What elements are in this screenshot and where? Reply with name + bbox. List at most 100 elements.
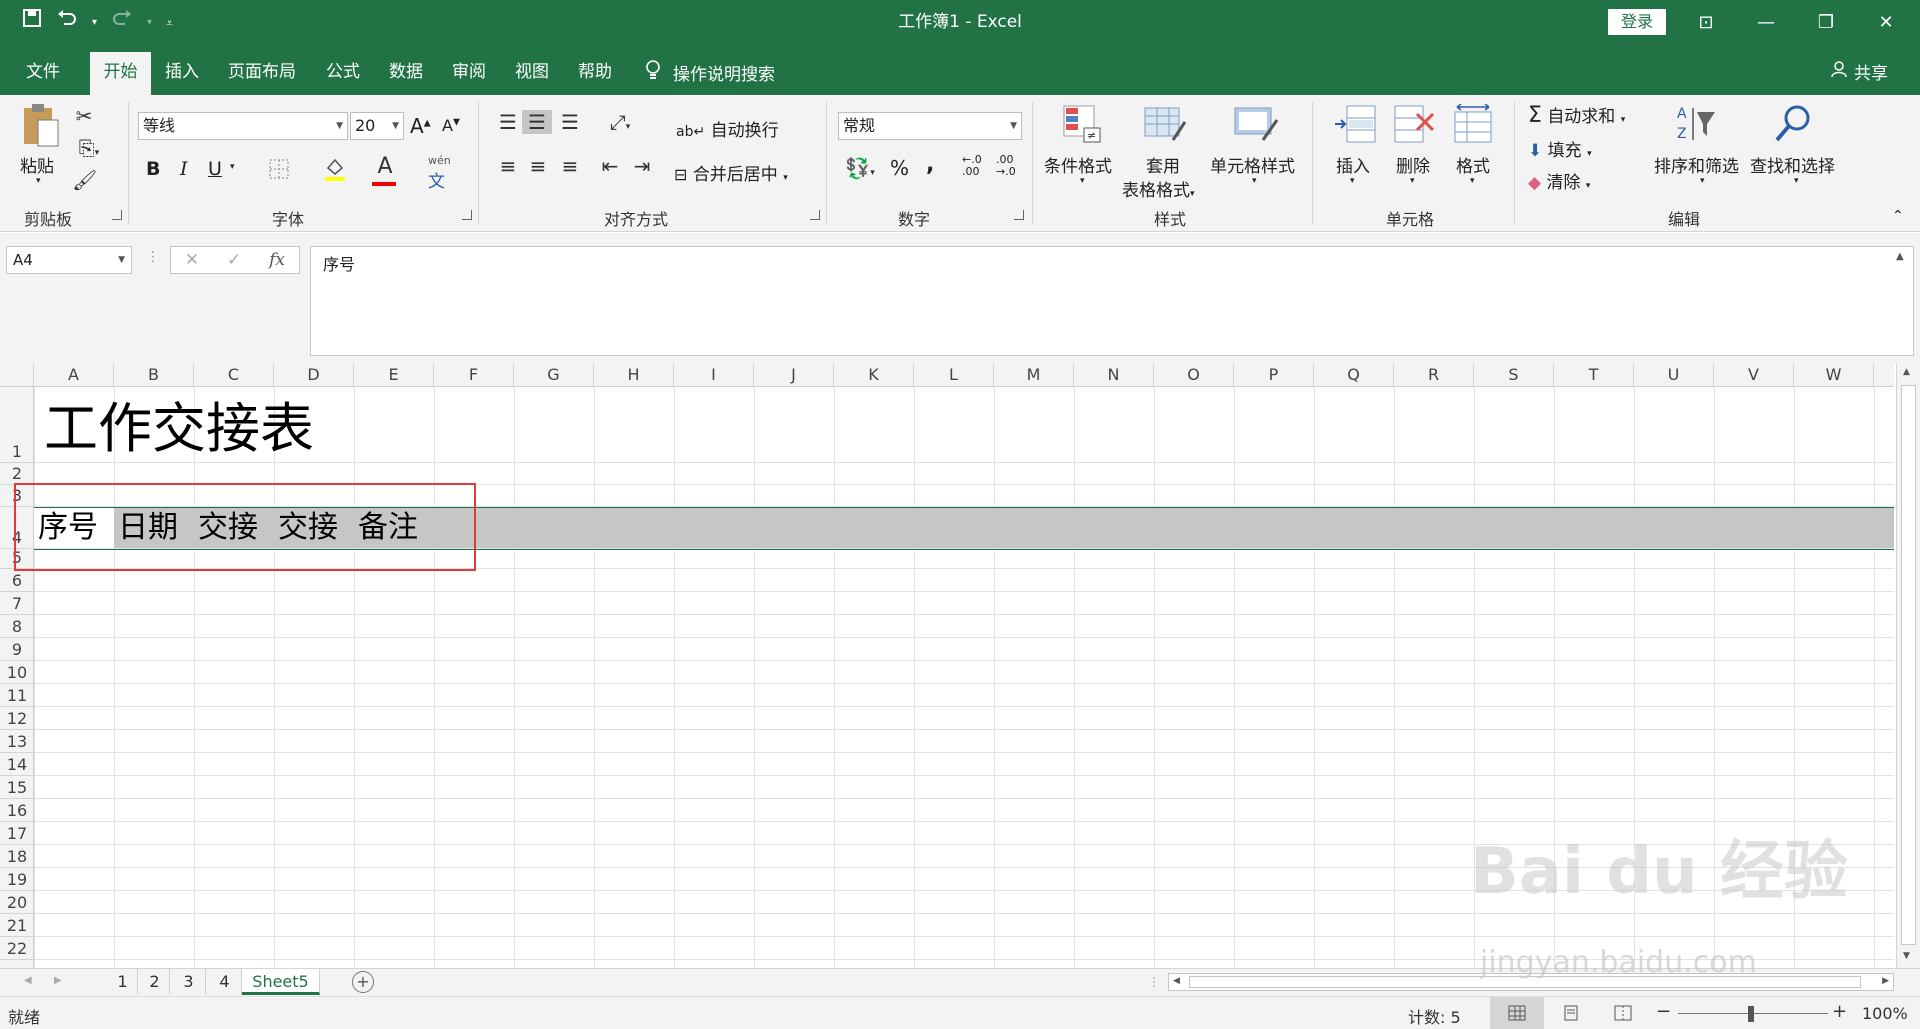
column-header-i[interactable]: I: [674, 363, 754, 387]
merge-center-button[interactable]: ⊟ 合并后居中 ▾: [674, 160, 788, 185]
column-header-o[interactable]: O: [1154, 363, 1234, 387]
column-header-k[interactable]: K: [834, 363, 914, 387]
scroll-tabs-right-icon[interactable]: ▶: [54, 975, 62, 986]
bold-button[interactable]: B: [146, 158, 160, 180]
decrease-indent-icon[interactable]: ⇤: [596, 154, 624, 178]
column-header-l[interactable]: L: [914, 363, 994, 387]
name-box[interactable]: A4 ▼: [6, 246, 132, 274]
increase-decimal-button[interactable]: ←.0 .00: [962, 154, 982, 178]
conditional-formatting-button[interactable]: 条件格式: [1044, 152, 1112, 177]
tab-review[interactable]: 审阅: [452, 59, 486, 85]
borders-icon[interactable]: [262, 158, 296, 185]
column-header-p[interactable]: P: [1234, 363, 1314, 387]
formula-input[interactable]: 序号: [310, 246, 1914, 356]
find-select-button[interactable]: 查找和选择: [1750, 152, 1835, 177]
cell-styles-icon[interactable]: [1232, 104, 1280, 149]
cut-icon[interactable]: ✂: [72, 104, 96, 128]
sort-filter-button[interactable]: 排序和筛选: [1654, 152, 1739, 177]
percent-style-button[interactable]: %: [890, 156, 909, 180]
row-header-22[interactable]: 22: [0, 937, 34, 960]
cell-a1-title[interactable]: 工作交接表: [44, 397, 314, 461]
align-middle-icon[interactable]: ☰: [522, 110, 552, 134]
increase-indent-icon[interactable]: ⇥: [628, 154, 656, 178]
sheet-tab-4[interactable]: 4: [208, 969, 242, 995]
format-as-table-button[interactable]: 表格格式▾: [1122, 176, 1195, 201]
paste-icon[interactable]: [18, 102, 62, 153]
paste-label[interactable]: 粘贴: [20, 152, 54, 177]
sort-filter-icon[interactable]: AZ: [1674, 102, 1720, 151]
column-header-j[interactable]: J: [754, 363, 834, 387]
cancel-entry-icon[interactable]: ✕: [185, 250, 199, 270]
collapse-ribbon-icon[interactable]: ⌃: [1892, 208, 1904, 224]
align-bottom-icon[interactable]: ☰: [556, 110, 584, 134]
sheet-tab-3[interactable]: 3: [172, 969, 206, 995]
row-header-11[interactable]: 11: [0, 684, 34, 707]
font-launcher-icon[interactable]: [462, 210, 472, 220]
format-cells-icon[interactable]: [1450, 103, 1496, 149]
increase-font-size-button[interactable]: A▲: [410, 114, 431, 138]
decrease-font-size-button[interactable]: A▼: [442, 116, 460, 135]
scroll-tabs-left-icon[interactable]: ◀: [24, 975, 32, 986]
number-format-combo[interactable]: 常规 ▼: [838, 112, 1022, 140]
row-header-1[interactable]: 1: [0, 387, 34, 463]
row-header-20[interactable]: 20: [0, 891, 34, 914]
insert-cells-icon[interactable]: [1332, 104, 1378, 149]
column-header-w[interactable]: W: [1794, 363, 1874, 387]
new-sheet-icon[interactable]: +: [352, 971, 374, 993]
row-header-6[interactable]: 6: [0, 569, 34, 592]
column-header-d[interactable]: D: [274, 363, 354, 387]
sheet-tab-sheet5[interactable]: Sheet5: [242, 969, 320, 995]
column-header-r[interactable]: R: [1394, 363, 1474, 387]
phonetic-guide-button[interactable]: wén 文: [428, 154, 451, 192]
share-button[interactable]: 共享: [1830, 59, 1888, 84]
vertical-scrollbar[interactable]: ▲ ▼: [1896, 363, 1920, 968]
tab-view[interactable]: 视图: [515, 59, 549, 85]
login-button[interactable]: 登录: [1608, 9, 1666, 35]
row-header-21[interactable]: 21: [0, 914, 34, 937]
align-left-icon[interactable]: ≡: [494, 154, 522, 178]
zoom-level[interactable]: 100%: [1862, 1004, 1908, 1023]
fill-button[interactable]: ⬇ 填充 ▾: [1528, 136, 1592, 161]
ribbon-display-options-icon[interactable]: ⊡: [1676, 0, 1736, 45]
font-color-icon[interactable]: A: [370, 154, 400, 186]
row-header-8[interactable]: 8: [0, 615, 34, 638]
column-header-g[interactable]: G: [514, 363, 594, 387]
insert-cells-button[interactable]: 插入: [1336, 152, 1370, 177]
tab-page-layout[interactable]: 页面布局: [228, 59, 296, 85]
row-header-13[interactable]: 13: [0, 730, 34, 753]
autosum-button[interactable]: Σ 自动求和 ▾: [1528, 102, 1625, 128]
orientation-icon[interactable]: ⤢▾: [600, 110, 640, 134]
copy-icon[interactable]: ⎘▾: [72, 136, 106, 160]
row-header-2[interactable]: 2: [0, 463, 34, 485]
column-header-s[interactable]: S: [1474, 363, 1554, 387]
column-header-q[interactable]: Q: [1314, 363, 1394, 387]
column-header-n[interactable]: N: [1074, 363, 1154, 387]
row-header-19[interactable]: 19: [0, 868, 34, 891]
underline-button[interactable]: U: [208, 158, 222, 180]
comma-style-button[interactable]: ,: [926, 152, 934, 177]
column-header-b[interactable]: B: [114, 363, 194, 387]
row-header-7[interactable]: 7: [0, 592, 34, 615]
tab-help[interactable]: 帮助: [578, 59, 612, 85]
font-name-combo[interactable]: 等线 ▼: [138, 112, 348, 140]
row-header-9[interactable]: 9: [0, 638, 34, 661]
vertical-scroll-thumb[interactable]: [1901, 385, 1916, 945]
font-size-combo[interactable]: 20 ▼: [350, 112, 404, 140]
align-top-icon[interactable]: ☰: [494, 110, 522, 134]
clear-button[interactable]: ◆ 清除 ▾: [1528, 168, 1590, 193]
expand-formula-bar-icon[interactable]: ▲: [1896, 251, 1904, 262]
confirm-entry-icon[interactable]: ✓: [227, 250, 241, 270]
row-header-12[interactable]: 12: [0, 707, 34, 730]
wrap-text-button[interactable]: ab↵ 自动换行: [676, 116, 779, 141]
clipboard-launcher-icon[interactable]: [112, 210, 122, 220]
zoom-in-button[interactable]: +: [1832, 1001, 1847, 1022]
sheet-tab-2[interactable]: 2: [140, 969, 170, 995]
decrease-decimal-button[interactable]: .00 →.0: [996, 154, 1016, 178]
sheet-tab-1[interactable]: 1: [108, 969, 138, 995]
delete-cells-button[interactable]: 删除: [1396, 152, 1430, 177]
column-header-f[interactable]: F: [434, 363, 514, 387]
column-header-c[interactable]: C: [194, 363, 274, 387]
minimize-button[interactable]: —: [1736, 0, 1796, 45]
page-layout-view-icon[interactable]: [1562, 1005, 1580, 1025]
format-as-table-label-top[interactable]: 套用: [1146, 152, 1180, 177]
